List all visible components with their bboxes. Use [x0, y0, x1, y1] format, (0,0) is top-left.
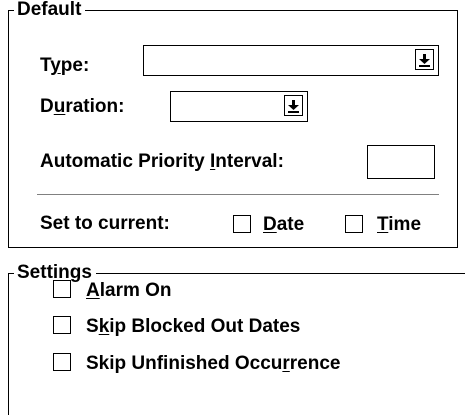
down-arrow-to-bar-icon	[419, 54, 430, 67]
date-checkbox[interactable]	[233, 215, 251, 233]
alarm-on-checkbox[interactable]	[53, 280, 71, 298]
priority-interval-label: Automatic Priority Interval:	[40, 151, 284, 172]
type-combobox[interactable]	[143, 45, 439, 76]
type-dropdown-button[interactable]	[415, 49, 434, 70]
type-label: Type:	[40, 55, 90, 76]
skip-unfinished-occurrence-checkbox[interactable]	[53, 353, 71, 371]
time-checkbox[interactable]	[345, 215, 363, 233]
duration-dropdown-button[interactable]	[284, 95, 303, 116]
date-checkbox-label[interactable]: Date	[263, 213, 304, 237]
down-arrow-to-bar-icon	[288, 100, 299, 113]
duration-combobox[interactable]	[170, 91, 308, 122]
skip-unfinished-occurrence-label[interactable]: Skip Unfinished Occurrence	[86, 352, 340, 376]
time-checkbox-label[interactable]: Time	[377, 213, 421, 237]
settings-groupbox	[8, 273, 465, 415]
set-to-current-label: Set to current:	[40, 213, 170, 234]
default-separator	[37, 194, 439, 195]
alarm-on-label[interactable]: Alarm On	[86, 279, 172, 303]
default-group-title: Default	[14, 0, 86, 21]
skip-blocked-out-dates-label[interactable]: Skip Blocked Out Dates	[86, 315, 300, 339]
skip-blocked-out-dates-checkbox[interactable]	[53, 316, 71, 334]
priority-interval-input[interactable]	[367, 145, 435, 179]
duration-label: Duration:	[40, 96, 125, 117]
